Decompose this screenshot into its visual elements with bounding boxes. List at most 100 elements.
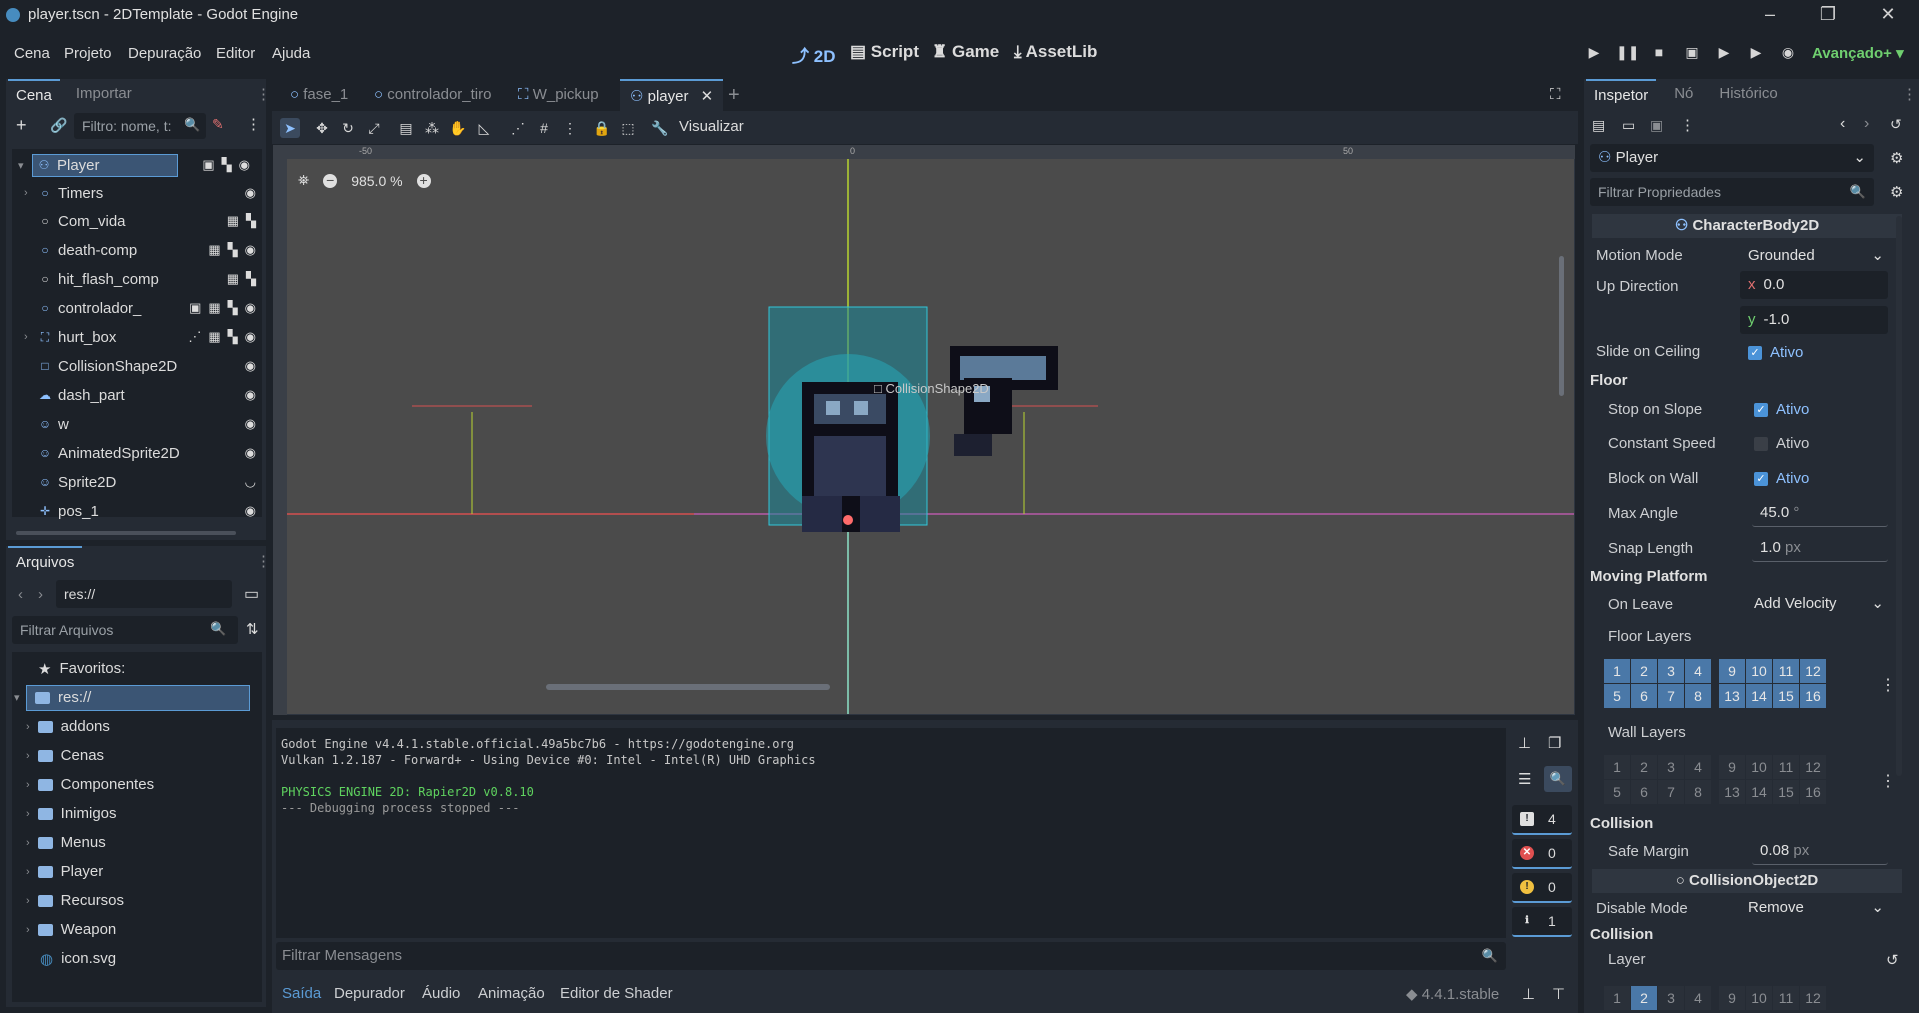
disable-mode-select[interactable]: Remove ⌄ — [1740, 894, 1888, 922]
tab-animacao[interactable]: Animação — [478, 985, 545, 1002]
layer-bit[interactable]: 2 — [1631, 755, 1657, 779]
layer-bit[interactable]: 13 — [1719, 684, 1745, 708]
scroll-icon[interactable]: ▚ — [246, 271, 256, 287]
move-tool-icon[interactable]: ✥ — [312, 118, 332, 138]
center-view-icon[interactable]: ⛯ — [298, 172, 309, 189]
menu-ajuda[interactable]: Ajuda — [272, 45, 310, 62]
warning-counter[interactable]: ! 0 — [1512, 873, 1572, 903]
folder-row[interactable]: › Weapon — [26, 915, 266, 944]
block-on-wall-checkbox[interactable]: ✓ Ativo — [1754, 470, 1809, 487]
bone-icon[interactable]: 🔧 — [650, 118, 670, 138]
tree-node-collisionshape2d[interactable]: □ CollisionShape2D ◉ — [24, 352, 262, 380]
folder-row[interactable]: › Menus — [26, 828, 266, 857]
layer-bit[interactable]: 1 — [1604, 659, 1630, 683]
scroll-icon[interactable]: ▚ — [222, 157, 232, 173]
visibility-eye-icon[interactable]: ◉ — [245, 445, 256, 461]
tab-controlador-tiro[interactable]: ○ controlador_tiro — [368, 79, 497, 111]
folder-row[interactable]: › Recursos — [26, 886, 266, 915]
layer-bit[interactable]: 1 — [1604, 755, 1630, 779]
layer-bit[interactable]: 3 — [1658, 755, 1684, 779]
split-view-icon[interactable]: ▭ — [244, 584, 259, 604]
close-window-button[interactable]: ✕ — [1858, 0, 1918, 29]
stop-icon[interactable]: ■ — [1648, 44, 1670, 64]
menu-depuracao[interactable]: Depuração — [128, 45, 201, 62]
layer-bit[interactable]: 4 — [1685, 659, 1711, 683]
section-characterbody2d[interactable]: ⚇ CharacterBody2D — [1592, 214, 1902, 238]
script-attach-icon[interactable]: ✎ — [212, 116, 224, 133]
viewport-hscrollbar[interactable] — [546, 684, 830, 690]
filter-search-icon[interactable]: 🔍 — [1544, 766, 1572, 792]
visibility-eye-icon[interactable]: ◉ — [245, 242, 256, 258]
floor-layers-menu-icon[interactable]: ⋮ — [1880, 675, 1896, 695]
tree-node-dash-part[interactable]: ☁ dash_part ◉ — [24, 381, 262, 409]
tab-importar[interactable]: Importar — [68, 79, 140, 109]
pin-icon[interactable]: ⊥ — [1522, 985, 1535, 1003]
play-icon[interactable]: ▶ — [1583, 44, 1605, 64]
instance-icon[interactable]: ▦ — [208, 329, 220, 345]
visibility-eye-icon[interactable]: ◉ — [245, 300, 256, 316]
layer-bit[interactable]: 5 — [1604, 780, 1630, 804]
play-scene-icon[interactable]: ▶ — [1713, 44, 1735, 64]
script-icon[interactable]: ▣ — [202, 157, 214, 173]
tree-node-sprite2d[interactable]: ☺ Sprite2D ◡ — [24, 468, 262, 496]
wall-layers-grid[interactable]: 1 2 3 4 9 10 11 12 5 6 7 8 13 14 15 16 — [1604, 755, 1826, 804]
instance-icon[interactable]: ▦ — [227, 271, 239, 287]
layer-bit[interactable]: 4 — [1685, 986, 1711, 1010]
hidden-eye-icon[interactable]: ◡ — [245, 474, 256, 490]
snap-options-icon[interactable]: ⋮ — [560, 118, 580, 138]
info-counter[interactable]: ℹ1 — [1512, 907, 1572, 937]
property-filter-input[interactable]: Filtrar Propriedades 🔍 — [1590, 178, 1874, 206]
layer-bit[interactable]: 15 — [1773, 780, 1799, 804]
add-tab-icon[interactable]: + — [728, 79, 740, 111]
layer-bit[interactable]: 12 — [1800, 659, 1826, 683]
layer-bit[interactable]: 16 — [1800, 684, 1826, 708]
tab-editor-shader[interactable]: Editor de Shader — [560, 985, 673, 1002]
layer-bit[interactable]: 2 — [1631, 986, 1657, 1010]
workspace-script[interactable]: ▤ Script — [850, 42, 919, 62]
tree-node-player[interactable]: ▾ ⚇ Player ▣ ▚ ◉ — [18, 151, 256, 179]
maximize-button[interactable]: ❐ — [1798, 0, 1858, 29]
tab-audio[interactable]: Áudio — [422, 985, 460, 1002]
dock-menu-icon[interactable]: ⋮ — [1902, 85, 1917, 103]
clear-log-icon[interactable]: ⊥ — [1518, 734, 1531, 752]
workspace-assetlib[interactable]: ⤓ AssetLib — [1014, 42, 1097, 62]
message-counter[interactable]: ! 4 — [1512, 805, 1572, 835]
layer-bit[interactable]: 3 — [1658, 986, 1684, 1010]
tab-player[interactable]: ⚇ player ✕ — [620, 79, 724, 111]
collapse-icon[interactable]: ☰ — [1518, 770, 1531, 788]
view-menu[interactable]: Visualizar — [679, 118, 744, 135]
tree-node-w[interactable]: ☺ w ◉ — [24, 410, 262, 438]
group-icon[interactable]: ⬚ — [618, 118, 638, 138]
add-node-icon[interactable]: + — [16, 115, 27, 136]
tab-historico[interactable]: Histórico — [1711, 79, 1785, 109]
layer-bit[interactable]: 14 — [1746, 780, 1772, 804]
snap-length-slider[interactable]: 1.0 px — [1752, 534, 1888, 562]
layer-bit[interactable]: 9 — [1719, 659, 1745, 683]
back-icon[interactable]: ‹ — [18, 586, 23, 603]
scroll-icon[interactable]: ▚ — [228, 242, 238, 258]
slide-ceiling-checkbox[interactable]: ✓ Ativo — [1748, 344, 1803, 361]
pivot-tool-icon[interactable]: ⁂ — [422, 118, 442, 138]
grid-snap-icon[interactable]: # — [534, 118, 554, 138]
layer-bit[interactable]: 11 — [1773, 986, 1799, 1010]
expand-panel-icon[interactable]: ⊤ — [1552, 985, 1565, 1003]
floor-layers-grid[interactable]: 1 2 3 4 9 10 11 12 5 6 7 8 13 14 15 16 — [1604, 659, 1826, 708]
history-back-icon[interactable]: ‹ — [1840, 115, 1845, 133]
folder-row[interactable]: › Cenas — [26, 741, 266, 770]
menu-editor[interactable]: Editor — [216, 45, 255, 62]
zoom-out-icon[interactable]: − — [323, 173, 338, 188]
error-counter[interactable]: ✕ 0 — [1512, 839, 1572, 869]
layer-bit[interactable]: 9 — [1719, 986, 1745, 1010]
inspector-scrollbar[interactable] — [1896, 216, 1902, 776]
tab-saida[interactable]: Saída — [282, 985, 321, 1002]
folder-row[interactable]: › Componentes — [26, 770, 266, 799]
folder-row[interactable]: › Inimigos — [26, 799, 266, 828]
smart-snap-icon[interactable]: ⋰ — [508, 118, 528, 138]
dock-menu-icon[interactable]: ⋮ — [256, 85, 271, 103]
section-collisionobject2d[interactable]: ○ CollisionObject2D — [1592, 869, 1902, 893]
tree-node-hit-flash-comp[interactable]: ○ hit_flash_comp ▦ ▚ — [24, 265, 262, 293]
revert-icon[interactable]: ↺ — [1886, 951, 1899, 969]
pause-icon[interactable]: ❚❚ — [1616, 44, 1639, 64]
layer-bit[interactable]: 10 — [1746, 755, 1772, 779]
favorites-row[interactable]: ★ Favoritos: — [26, 654, 266, 683]
